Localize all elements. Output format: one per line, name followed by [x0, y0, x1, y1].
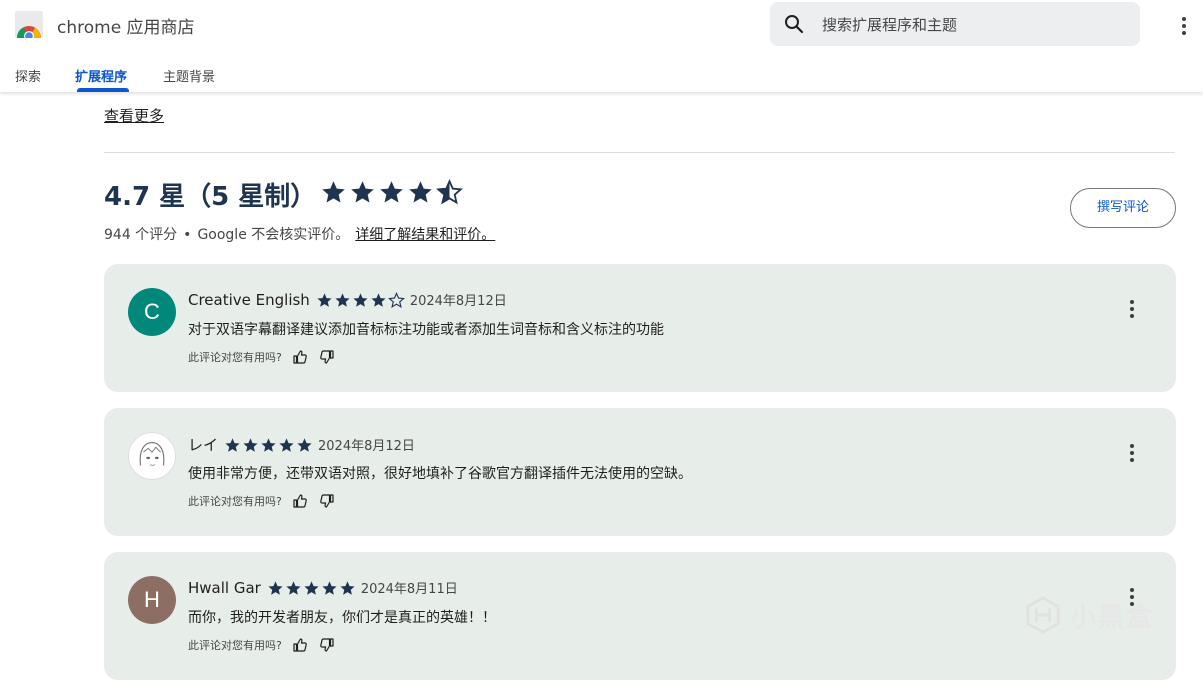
rating-count: 944 个评分	[104, 227, 178, 243]
star-full-icon	[353, 293, 368, 307]
top-header: chrome 应用商店 搜索扩展程序和主题 探索 扩展程序 主题背景	[0, 0, 1203, 92]
review-stars	[316, 290, 406, 309]
thumbs-up-icon[interactable]	[292, 493, 308, 509]
divider	[104, 152, 1175, 153]
star-full-icon	[225, 438, 240, 452]
star-full-icon	[371, 293, 386, 307]
review-text: 使用非常方便，还带双语对照，很好地填补了谷歌官方翻译插件无法使用的空缺。	[188, 466, 692, 482]
avatar: H	[128, 576, 176, 624]
review-date: 2024年8月12日	[318, 439, 415, 454]
store-title[interactable]: chrome 应用商店	[57, 13, 195, 38]
search-input[interactable]: 搜索扩展程序和主题	[822, 14, 957, 35]
separator-dot: •	[183, 227, 192, 243]
star-full-icon	[317, 293, 332, 307]
reviewer-name: Hwall Gar	[188, 578, 261, 597]
tab-themes[interactable]: 主题背景	[163, 66, 215, 85]
review-text: 而你，我的开发者朋友，你们才是真正的英雄！！	[188, 610, 496, 626]
reviewer-name: Creative English	[188, 290, 310, 309]
review-stars	[224, 435, 314, 454]
review-card: H Hwall Gar 2024年8月11日 而你，我的开发者朋友，你们才是真正…	[104, 552, 1176, 680]
star-full-icon	[340, 581, 355, 595]
review-options-icon[interactable]	[1130, 444, 1134, 465]
star-full-icon	[351, 181, 374, 203]
thumbs-down-icon[interactable]	[319, 637, 335, 653]
watermark-text: 小黑盒	[1070, 602, 1155, 633]
thumbs-up-icon[interactable]	[292, 637, 308, 653]
overall-star-rating	[320, 179, 465, 209]
star-full-icon	[380, 181, 403, 203]
star-full-icon	[335, 293, 350, 307]
search-bar[interactable]: 搜索扩展程序和主题	[770, 2, 1140, 46]
star-full-icon	[297, 438, 312, 452]
review-options-icon[interactable]	[1130, 300, 1134, 321]
star-half-icon	[436, 179, 463, 205]
star-full-icon	[409, 181, 432, 203]
learn-more-link[interactable]: 详细了解结果和评价。	[355, 227, 495, 243]
reviewer-name: レイ	[188, 436, 219, 454]
search-icon	[785, 15, 804, 34]
review-card: レイ 2024年8月12日 使用非常方便，还带双语对照，很好地填补了谷歌官方翻译…	[104, 408, 1176, 536]
review-text: 对于双语字幕翻译建议添加音标标注功能或者添加生词音标和含义标注的功能	[188, 322, 664, 338]
write-review-button[interactable]: 撰写评论	[1070, 188, 1176, 228]
star-full-icon	[304, 581, 319, 595]
review-date: 2024年8月12日	[409, 294, 507, 309]
avatar: C	[128, 288, 176, 336]
rating-title: 4.7 星（5 星制）	[104, 182, 317, 212]
more-options-icon[interactable]	[1182, 17, 1186, 38]
active-tab-indicator	[77, 88, 129, 92]
thumbs-down-icon[interactable]	[319, 349, 335, 365]
star-full-icon	[322, 581, 337, 595]
helpful-question: 此评论对您有用吗?	[188, 351, 282, 364]
star-full-icon	[279, 438, 294, 452]
anime-avatar-icon	[139, 442, 165, 466]
tab-extensions[interactable]: 扩展程序	[75, 66, 127, 85]
avatar	[128, 432, 176, 480]
thumbs-down-icon[interactable]	[319, 493, 335, 509]
review-date: 2024年8月11日	[360, 582, 458, 597]
rating-summary: 944 个评分 • Google 不会核实评价。 详细了解结果和评价。	[104, 224, 495, 244]
tab-explore[interactable]: 探索	[15, 66, 41, 85]
thumbs-up-icon[interactable]	[292, 349, 308, 365]
chrome-web-store-logo[interactable]	[15, 11, 43, 38]
disclaimer-text: Google 不会核实评价。	[197, 227, 350, 243]
star-empty-icon	[387, 292, 405, 308]
star-full-icon	[261, 438, 276, 452]
star-full-icon	[286, 581, 301, 595]
star-full-icon	[243, 438, 258, 452]
star-full-icon	[322, 181, 345, 203]
watermark-logo-icon	[1026, 596, 1060, 634]
review-card: C Creative English 2024年8月12日 对于双语字幕翻译建议…	[104, 264, 1176, 392]
helpful-question: 此评论对您有用吗?	[188, 495, 282, 508]
star-full-icon	[268, 581, 283, 595]
review-stars	[267, 578, 357, 597]
see-more-link[interactable]: 查看更多	[104, 105, 164, 126]
helpful-question: 此评论对您有用吗?	[188, 639, 282, 652]
watermark: 小黑盒	[1024, 596, 1154, 634]
